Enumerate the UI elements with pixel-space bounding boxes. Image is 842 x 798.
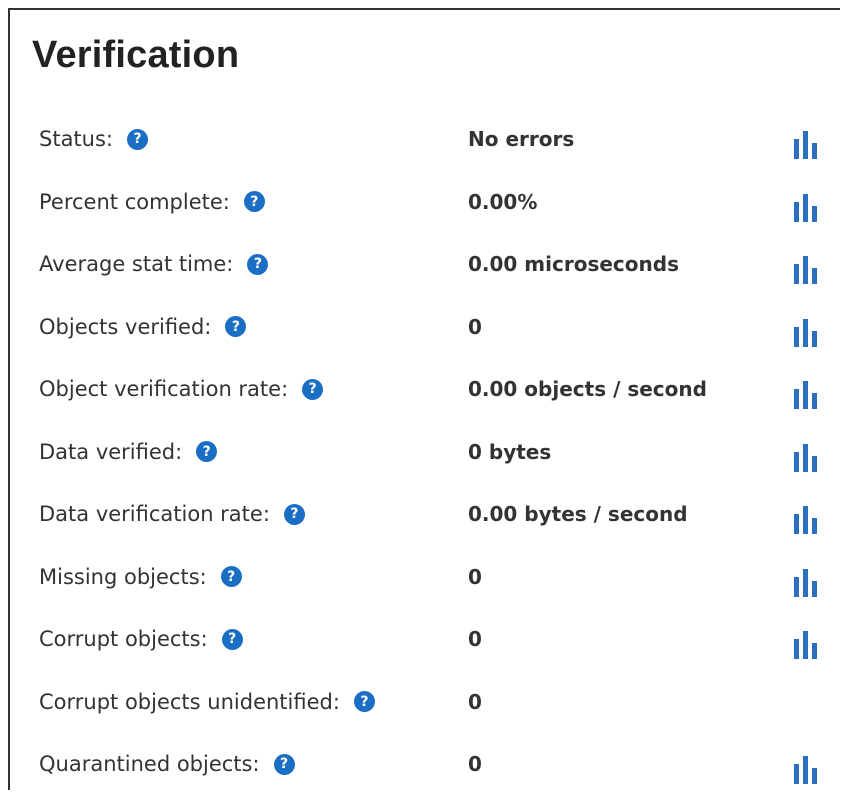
help-icon[interactable]: ?	[221, 628, 243, 650]
bar-chart-icon[interactable]	[786, 563, 822, 597]
row-status: Status: ? No errors	[10, 110, 842, 173]
row-objects-verified: Objects verified: ? 0	[10, 298, 842, 361]
row-quarantined-objects: Quarantined objects: ? 0	[10, 735, 842, 798]
row-value: 0 bytes	[468, 439, 552, 464]
row-value: 0.00 bytes / second	[468, 502, 688, 526]
row-label: Corrupt objects unidentified:	[39, 689, 340, 714]
bar-chart-icon[interactable]	[786, 750, 822, 784]
help-icon[interactable]: ?	[302, 378, 324, 400]
row-value: 0.00 microseconds	[468, 252, 679, 276]
row-value: 0	[468, 627, 482, 651]
row-value: No errors	[468, 127, 575, 151]
page-title: Verification	[32, 34, 240, 76]
row-average-stat-time: Average stat time: ? 0.00 microseconds	[10, 235, 842, 298]
row-value: 0	[468, 314, 482, 339]
row-value: 0	[468, 689, 482, 714]
row-value: 0	[468, 564, 482, 589]
help-icon[interactable]: ?	[196, 441, 218, 462]
row-label: Objects verified:	[39, 314, 212, 339]
row-label: Data verification rate:	[39, 502, 270, 526]
help-icon[interactable]: ?	[247, 253, 269, 275]
help-icon[interactable]: ?	[243, 191, 265, 212]
row-percent-complete: Percent complete: ? 0.00%	[10, 173, 842, 236]
bar-chart-icon[interactable]	[786, 188, 822, 222]
bar-chart-icon[interactable]	[786, 625, 822, 659]
bar-chart-icon[interactable]	[786, 125, 822, 159]
help-icon[interactable]: ?	[273, 753, 295, 775]
help-icon[interactable]: ?	[220, 566, 242, 587]
bar-chart-icon[interactable]	[786, 313, 822, 347]
row-data-verification-rate: Data verification rate: ? 0.00 bytes / s…	[10, 485, 842, 548]
help-icon[interactable]: ?	[353, 691, 375, 712]
row-label: Average stat time:	[39, 252, 234, 276]
help-icon[interactable]: ?	[225, 316, 247, 337]
verification-panel: Verification Status: ? No errors Percent…	[8, 8, 840, 790]
row-missing-objects: Missing objects: ? 0	[10, 548, 842, 611]
row-corrupt-objects: Corrupt objects: ? 0	[10, 610, 842, 673]
help-icon[interactable]: ?	[127, 128, 148, 150]
row-value: 0.00%	[468, 189, 538, 214]
help-icon[interactable]: ?	[283, 503, 305, 525]
row-label: Data verified:	[39, 439, 183, 464]
row-label: Status:	[39, 127, 113, 151]
row-label: Quarantined objects:	[39, 752, 260, 776]
row-label: Object verification rate:	[39, 377, 289, 401]
row-label: Percent complete:	[39, 189, 230, 214]
row-label: Corrupt objects:	[39, 627, 208, 651]
row-value: 0	[468, 752, 482, 776]
row-label: Missing objects:	[39, 564, 207, 589]
row-object-verification-rate: Object verification rate: ? 0.00 objects…	[10, 360, 842, 423]
row-corrupt-objects-unidentified: Corrupt objects unidentified: ? 0	[10, 673, 842, 736]
bar-chart-icon[interactable]	[786, 500, 822, 534]
bar-chart-icon[interactable]	[786, 438, 822, 472]
row-data-verified: Data verified: ? 0 bytes	[10, 423, 842, 486]
bar-chart-icon[interactable]	[786, 375, 822, 409]
verification-attributes: Status: ? No errors Percent complete: ? …	[10, 110, 842, 798]
bar-chart-icon[interactable]	[786, 250, 822, 284]
row-value: 0.00 objects / second	[468, 377, 707, 401]
